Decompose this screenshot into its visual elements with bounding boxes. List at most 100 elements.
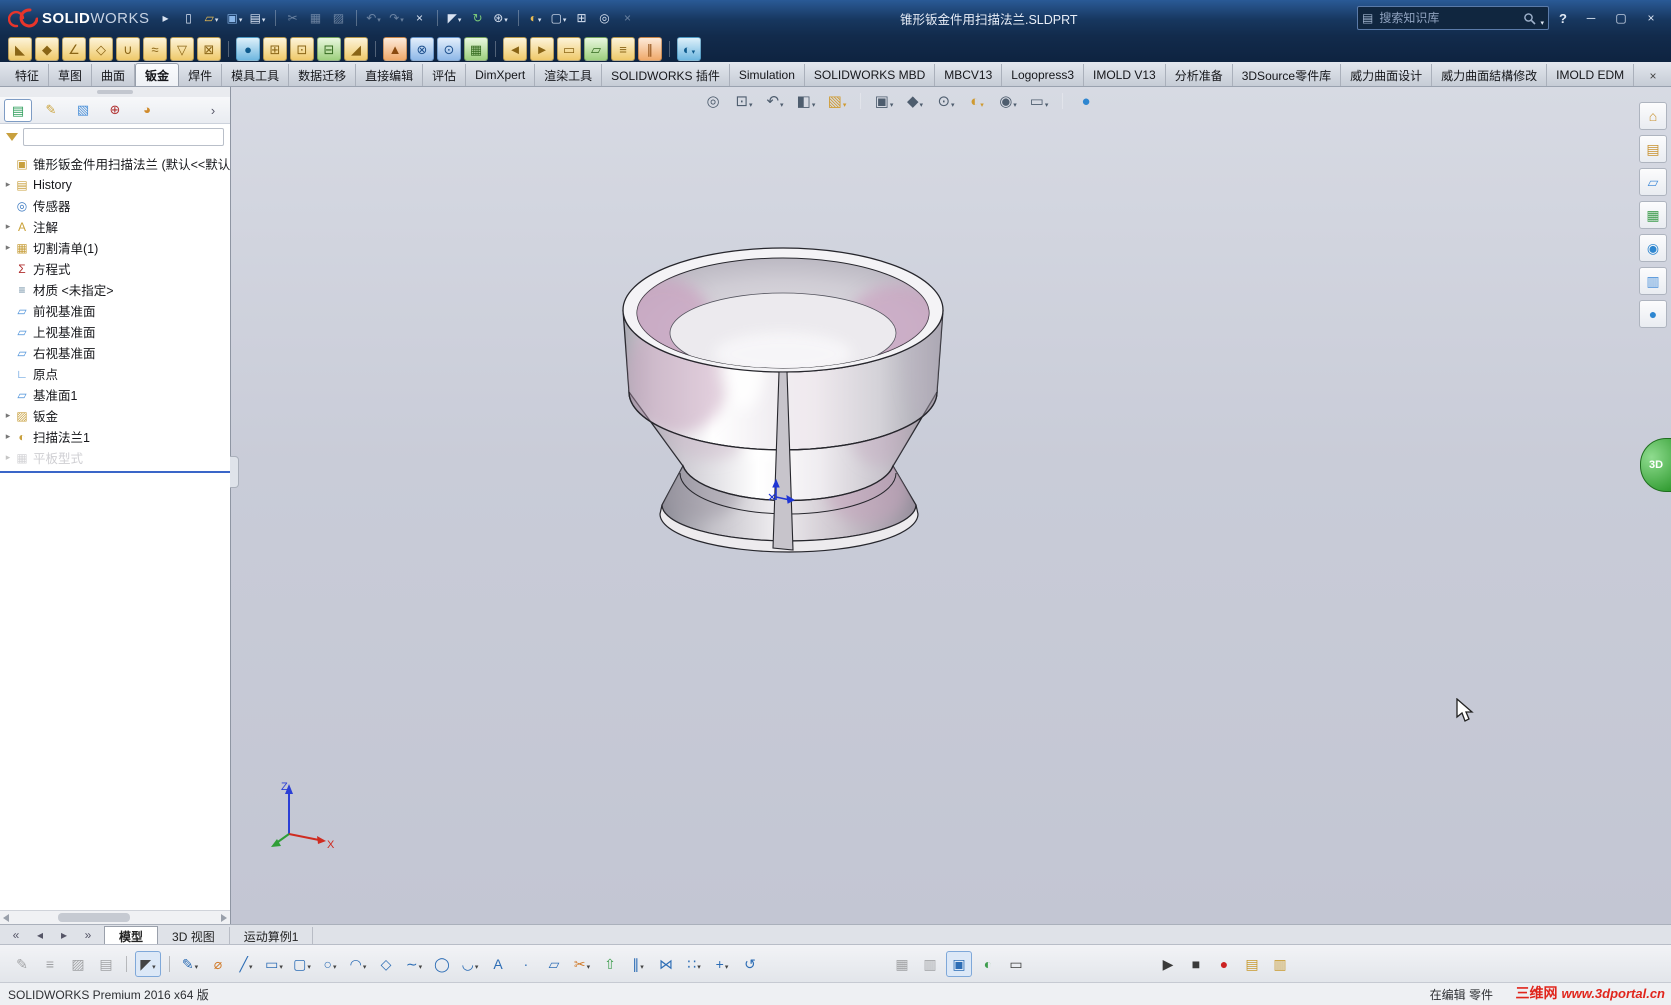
expand-arrow-icon[interactable] (2, 452, 14, 463)
tab-IMOLD V13[interactable]: IMOLD V13 (1084, 64, 1166, 86)
hem-icon[interactable]: ∪ (116, 37, 140, 61)
polygon-icon[interactable]: ◇ (374, 952, 398, 976)
expand-panel-icon[interactable]: › (200, 100, 226, 121)
extruded-cut-icon[interactable]: ⊗ (410, 37, 434, 61)
scroll-next-icon[interactable]: ▸ (54, 925, 74, 945)
stop-icon[interactable]: ■ (1184, 952, 1208, 976)
forming-tool-icon[interactable]: ▲ (383, 37, 407, 61)
search-dropdown-icon[interactable] (1540, 9, 1545, 27)
tree-item[interactable]: ▱ 上视基准面 (2, 321, 230, 342)
graphics-area[interactable]: ◎ ⊡ ↶ ◧ ▧ ▣ ◆ ⊙ ◐ ◉ ▭ ● (231, 86, 1671, 925)
realview-sphere-icon[interactable]: ● (1074, 90, 1098, 112)
featuremanager-icon[interactable]: ▤ (4, 98, 32, 122)
play-icon[interactable]: ▶ (1156, 952, 1180, 976)
tab-DimXpert[interactable]: DimXpert (466, 64, 536, 86)
rip-icon[interactable]: ∥ (638, 37, 662, 61)
expand-arrow-icon[interactable] (2, 221, 14, 232)
move-entities-icon[interactable]: + (710, 952, 734, 976)
tab-模型[interactable]: 模型 (104, 926, 159, 945)
tree-item[interactable]: ▨ 钣金 (2, 405, 230, 426)
publish-emodel-icon[interactable]: ▥ (1268, 952, 1292, 976)
tree-item[interactable]: ◐ 扫描法兰1 (2, 426, 230, 447)
tab-焊件[interactable]: 焊件 (179, 64, 223, 86)
dropdown-caret-icon[interactable] (238, 12, 243, 24)
file-explorer-icon[interactable]: ▱ (1639, 168, 1667, 196)
tab-SOLIDWORKS 插件[interactable]: SOLIDWORKS 插件 (602, 64, 730, 86)
tab-特征[interactable]: 特征 (6, 64, 50, 86)
tab-钣金[interactable]: 钣金 (135, 63, 180, 86)
tab-SOLIDWORKS MBD[interactable]: SOLIDWORKS MBD (805, 64, 936, 86)
dropdown-caret-icon[interactable] (151, 957, 156, 971)
zoom-to-area-icon[interactable]: ⊡ (732, 90, 756, 112)
line-icon[interactable]: ╱ (234, 952, 258, 976)
record-icon[interactable]: ● (1212, 952, 1236, 976)
rotate-entities-icon[interactable]: ↺ (738, 952, 762, 976)
search-box[interactable]: ▤ (1357, 6, 1550, 30)
tab-运动算例1[interactable]: 运动算例1 (230, 927, 314, 945)
dropdown-caret-icon[interactable] (399, 12, 404, 24)
close-icon[interactable]: × (1637, 8, 1665, 28)
expand-arrow-icon[interactable] (2, 410, 14, 421)
minimize-icon[interactable]: ─ (1577, 8, 1605, 28)
dropdown-caret-icon[interactable] (950, 94, 955, 109)
display-settings-icon[interactable]: ▢ (549, 8, 569, 28)
expand-arrow-icon[interactable] (2, 179, 14, 190)
dropdown-caret-icon[interactable] (457, 12, 462, 24)
text-icon[interactable]: A (486, 952, 510, 976)
tree-item[interactable]: ▤ History (2, 174, 230, 195)
previous-view-icon[interactable]: ↶ (763, 90, 787, 112)
print-icon[interactable]: ▤ (248, 8, 268, 28)
edge-flange-icon[interactable]: ∠ (62, 37, 86, 61)
lofted-bend-icon[interactable]: ◆ (35, 37, 59, 61)
tree-item[interactable]: ▣ 锥形钣金件用扫描法兰 (默认<<默认>_ (2, 153, 230, 174)
mirror-entities-icon[interactable]: ⋈ (654, 952, 678, 976)
dropdown-caret-icon[interactable] (811, 94, 816, 109)
circle-icon[interactable]: ○ (318, 952, 342, 976)
dropdown-caret-icon[interactable] (842, 94, 847, 109)
dropdown-caret-icon[interactable] (696, 957, 701, 971)
plane-icon[interactable]: ▱ (542, 952, 566, 976)
dropdown-caret-icon[interactable] (1044, 94, 1049, 109)
propertymanager-icon[interactable]: ✎ (38, 99, 64, 120)
search-input[interactable] (1377, 10, 1519, 26)
zoom-to-fit-icon[interactable]: ◎ (701, 90, 725, 112)
tree-item[interactable]: Σ 方程式 (2, 258, 230, 279)
dropdown-caret-icon[interactable] (362, 957, 367, 971)
paste-icon[interactable]: ▨ (329, 8, 349, 28)
custom-properties-icon[interactable]: ▥ (1639, 267, 1667, 295)
fold-icon[interactable]: ► (530, 37, 554, 61)
display-style-icon[interactable]: ◆ (903, 90, 927, 112)
units-icon[interactable]: ▥ (918, 952, 942, 976)
panel-splitter-handle[interactable] (230, 456, 239, 488)
dropdown-caret-icon[interactable] (261, 12, 266, 24)
new-document-icon[interactable]: ▯ (179, 8, 199, 28)
dropdown-caret-icon[interactable] (332, 957, 337, 971)
dropdown-caret-icon[interactable] (1012, 94, 1017, 109)
notes-icon[interactable]: ▤ (94, 952, 118, 976)
panel-splitter[interactable] (0, 86, 230, 97)
smart-dimension-icon[interactable]: ⌀ (206, 952, 230, 976)
help-button[interactable]: ? (1559, 11, 1567, 26)
dropdown-caret-icon[interactable] (474, 957, 479, 971)
save-icon[interactable]: ▣ (225, 8, 245, 28)
select-icon[interactable]: ◤ (445, 8, 465, 28)
solidworks-forum-icon[interactable]: ● (1639, 300, 1667, 328)
search-scope-icon[interactable]: ▤ (1362, 11, 1373, 25)
copy-icon[interactable]: ▦ (306, 8, 326, 28)
sketch-icon[interactable]: ✎ (178, 952, 202, 976)
ink-pen-icon[interactable]: ✎ (10, 952, 34, 976)
corner-relief-icon[interactable]: ⊟ (317, 37, 341, 61)
dropdown-caret-icon[interactable] (306, 957, 311, 971)
convert-entities-icon[interactable]: ⇧ (598, 952, 622, 976)
base-flange-icon[interactable]: ◣ (8, 37, 32, 61)
undo-icon[interactable]: ↶ (364, 8, 384, 28)
tree-item[interactable]: ◎ 传感器 (2, 195, 230, 216)
edit-appearance-icon[interactable]: ◐ (526, 8, 546, 28)
tree-item[interactable]: ▱ 基准面1 (2, 384, 230, 405)
dropdown-caret-icon[interactable] (691, 43, 696, 56)
maximize-icon[interactable]: ▢ (1607, 8, 1635, 28)
linear-sketch-pattern-icon[interactable]: ∷ (682, 952, 706, 976)
tab-Logopress3[interactable]: Logopress3 (1002, 64, 1084, 86)
scroll-first-icon[interactable]: « (6, 925, 26, 945)
dropdown-caret-icon[interactable] (724, 957, 729, 971)
